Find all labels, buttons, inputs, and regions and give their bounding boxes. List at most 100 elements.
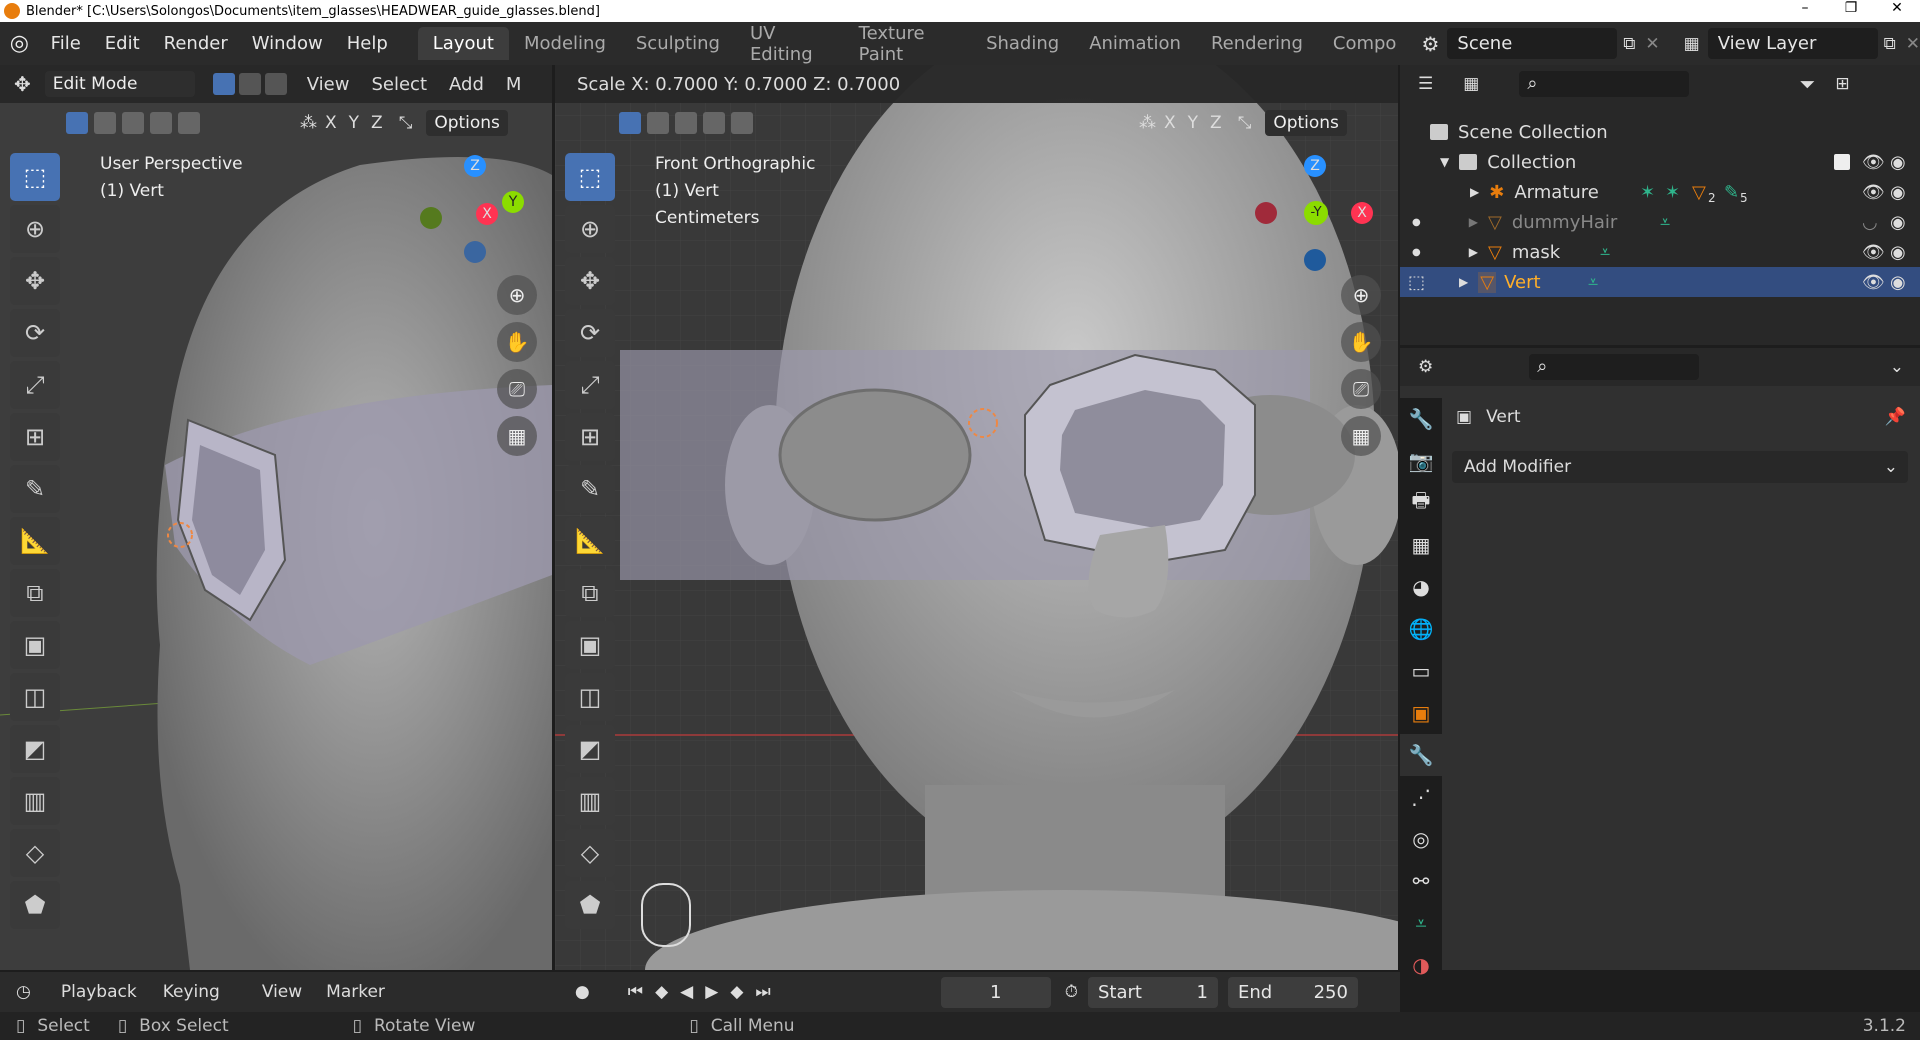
poly-build-tool-icon[interactable]: ⬟ [10,881,60,929]
render-camera-icon[interactable]: ◉ [1890,152,1906,173]
current-frame-field[interactable]: 1 [940,976,1051,1008]
view-layer-icon[interactable]: ▦ [1684,34,1700,54]
axis-z-toggle-left[interactable]: Z [371,113,383,133]
visibility-eye-icon[interactable]: 👁 [1862,242,1885,263]
menu-marker[interactable]: Marker [326,982,385,1002]
properties-search-input[interactable]: ⌕ [1529,354,1700,380]
expand-arrow-icon[interactable]: ▼ [1440,155,1449,169]
particles-tab-icon[interactable]: ⋰ [1400,776,1442,818]
next-keyframe-icon[interactable]: ◆ [730,982,743,1002]
zoom-icon-left[interactable]: ⊕ [497,275,537,315]
loop-cut-tool-icon[interactable]: ▥ [10,777,60,825]
new-view-layer-icon[interactable]: ⧉ [1884,34,1896,54]
transform-tool-icon[interactable]: ⊞ [10,413,60,461]
move-tool-icon[interactable]: ✥ [10,257,60,305]
remove-scene-icon[interactable]: ✕ [1645,34,1659,54]
mirror-icon-right[interactable]: ⁂ [1139,113,1156,133]
visibility-eye-icon[interactable]: 👁 [1862,152,1885,173]
visibility-eye-icon[interactable]: 👁 [1862,182,1885,203]
axis-z-toggle-right[interactable]: Z [1210,113,1222,133]
mode-dropdown[interactable]: Edit Mode [44,71,195,97]
bevel-tool-icon-right[interactable]: ◩ [565,725,615,773]
menu-mesh-left[interactable]: M [506,74,522,95]
axis-y-toggle-right[interactable]: Y [1188,113,1198,133]
scale-tool-icon-right[interactable]: ⤢ [565,361,615,409]
tab-layout[interactable]: Layout [417,27,509,60]
bevel-tool-icon[interactable]: ◩ [10,725,60,773]
tab-texture-paint[interactable]: Texture Paint [844,17,971,71]
select-intersect-icon-right[interactable] [731,112,753,134]
options-dropdown-right[interactable]: Options [1265,110,1347,136]
annotate-tool-icon[interactable]: ✎ [10,465,60,513]
gizmo-z-right[interactable]: Z [1304,155,1326,177]
select-subtract-icon[interactable] [122,112,144,134]
navigation-gizmo-right[interactable]: Z -Y X [1255,153,1375,273]
menu-help[interactable]: Help [335,33,400,54]
render-tab-icon[interactable]: 📷 [1400,440,1442,482]
prev-keyframe-icon[interactable]: ◆ [655,982,668,1002]
stopwatch-icon[interactable]: ⏱ [1065,982,1078,1002]
play-reverse-icon[interactable]: ◀ [680,982,693,1002]
tab-uv-editing[interactable]: UV Editing [735,17,844,71]
cursor-tool-icon[interactable]: ⊕ [10,205,60,253]
outliner-row-armature[interactable]: ▶ ✱ Armature ✶ ✶ ▽ 2 ✎ 5 👁 ◉ [1400,177,1920,207]
tab-shading[interactable]: Shading [971,27,1074,60]
outliner-display-mode-icon[interactable]: ▦ [1463,74,1479,94]
view-layer-field[interactable]: View Layer [1707,28,1878,59]
gizmo-x-left[interactable]: X [476,203,498,225]
axis-x-toggle-left[interactable]: X [325,113,337,133]
timeline-editor-icon[interactable]: ◷ [16,982,31,1002]
select-invert-icon-right[interactable] [703,112,725,134]
visibility-eye-icon[interactable]: 👁 [1862,272,1885,293]
viewport-right[interactable]: Scale X: 0.7000 Y: 0.7000 Z: 0.7000 ⁂ X … [555,65,1398,970]
properties-options-icon[interactable]: ⌄ [1890,357,1904,377]
render-camera-icon[interactable]: ◉ [1890,242,1906,263]
record-icon[interactable]: ● [575,982,590,1002]
expand-arrow-icon[interactable]: ▶ [1469,245,1478,259]
edge-select-icon[interactable] [238,73,261,95]
cursor-tool-icon-right[interactable]: ⊕ [565,205,615,253]
expand-arrow-icon[interactable]: ▶ [1469,215,1478,229]
gizmo-z-left[interactable]: Z [464,155,486,177]
menu-window[interactable]: Window [240,33,335,54]
output-tab-icon[interactable]: 🖶 [1400,482,1442,524]
gizmo-neg-y-right[interactable]: -Y [1304,201,1328,225]
collection-tab-icon[interactable]: ▭ [1400,650,1442,692]
gizmo-neg-x-right[interactable] [1255,202,1277,224]
menu-keying[interactable]: Keying [163,982,220,1002]
knife-tool-icon-right[interactable]: ◇ [565,829,615,877]
blender-menu-icon[interactable]: ◎ [0,31,39,56]
measure-tool-icon[interactable]: 📐 [10,517,60,565]
scene-selector-icon[interactable]: ⚙ [1421,32,1439,56]
remove-view-layer-icon[interactable]: ✕ [1906,34,1920,54]
select-tool-icon-right[interactable]: ⬚ [565,153,615,201]
options-dropdown-left[interactable]: Options [426,110,508,136]
scene-field[interactable]: Scene [1447,28,1618,59]
end-frame-field[interactable]: End 250 [1227,976,1358,1008]
maximize-button[interactable]: ❐ [1828,0,1874,16]
editor-type-icon[interactable]: ✥ [14,72,31,96]
knife-tool-icon[interactable]: ◇ [10,829,60,877]
menu-select-left[interactable]: Select [371,74,427,95]
new-collection-icon[interactable]: ⊞ [1835,74,1849,94]
add-modifier-dropdown[interactable]: Add Modifier ⌄ [1452,451,1908,483]
menu-edit[interactable]: Edit [93,33,152,54]
viewport-left[interactable]: ✥ Edit Mode View Select Add M ⁂ X Y Z ⤡ … [0,65,552,970]
transform-tool-icon-right[interactable]: ⊞ [565,413,615,461]
scale-tool-icon[interactable]: ⤢ [10,361,60,409]
measure-tool-icon-right[interactable]: 📐 [565,517,615,565]
tab-animation[interactable]: Animation [1074,27,1196,60]
outliner-editor-type-icon[interactable]: ☰ [1418,74,1433,94]
navigation-gizmo-left[interactable]: Z X Y [420,153,530,263]
rotate-tool-icon[interactable]: ⟳ [10,309,60,357]
modifier-tab-icon[interactable]: 🔧 [1400,734,1442,776]
select-invert-icon[interactable] [150,112,172,134]
new-scene-icon[interactable]: ⧉ [1623,34,1635,54]
tool-tab-icon[interactable]: 🔧 [1400,398,1442,440]
constraints-tab-icon[interactable]: ⚯ [1400,860,1442,902]
exclude-checkbox-icon[interactable] [1834,154,1850,170]
outliner-row-collection[interactable]: ▼ Collection 👁 ◉ [1400,147,1920,177]
loop-cut-tool-icon-right[interactable]: ▥ [565,777,615,825]
gizmo-neg-z-right[interactable] [1304,249,1326,271]
select-box-mode-icon-right[interactable] [619,112,641,134]
